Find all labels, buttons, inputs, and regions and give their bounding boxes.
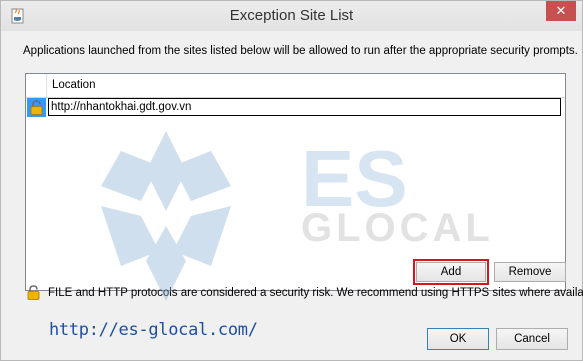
lock-icon [27, 285, 40, 300]
exception-site-list-dialog: Exception Site List ✕ Applications launc… [0, 0, 583, 361]
lock-icon [30, 100, 43, 115]
table-row[interactable]: http://nhantokhai.gdt.gov.vn [26, 98, 565, 117]
table-header: Location [26, 74, 565, 98]
site-list-table[interactable]: Location http://nhantokhai.gdt.gov.vn [25, 73, 566, 291]
cancel-button[interactable]: Cancel [496, 328, 568, 350]
description-text: Applications launched from the sites lis… [23, 45, 578, 57]
row-icon-cell [27, 98, 46, 117]
dialog-body: Applications launched from the sites lis… [8, 31, 583, 355]
add-button[interactable]: Add [416, 262, 486, 282]
ok-button[interactable]: OK [427, 328, 489, 350]
location-input[interactable]: http://nhantokhai.gdt.gov.vn [48, 98, 561, 116]
window-title: Exception Site List [229, 7, 354, 24]
header-icon-column [26, 74, 47, 97]
remove-button[interactable]: Remove [494, 262, 566, 282]
column-header-location[interactable]: Location [52, 79, 95, 91]
title-bar: Exception Site List ✕ [1, 1, 582, 31]
security-warning-text: FILE and HTTP protocols are considered a… [48, 287, 583, 299]
close-button[interactable]: ✕ [546, 1, 576, 21]
watermark-url: http://es-glocal.com/ [49, 320, 258, 340]
